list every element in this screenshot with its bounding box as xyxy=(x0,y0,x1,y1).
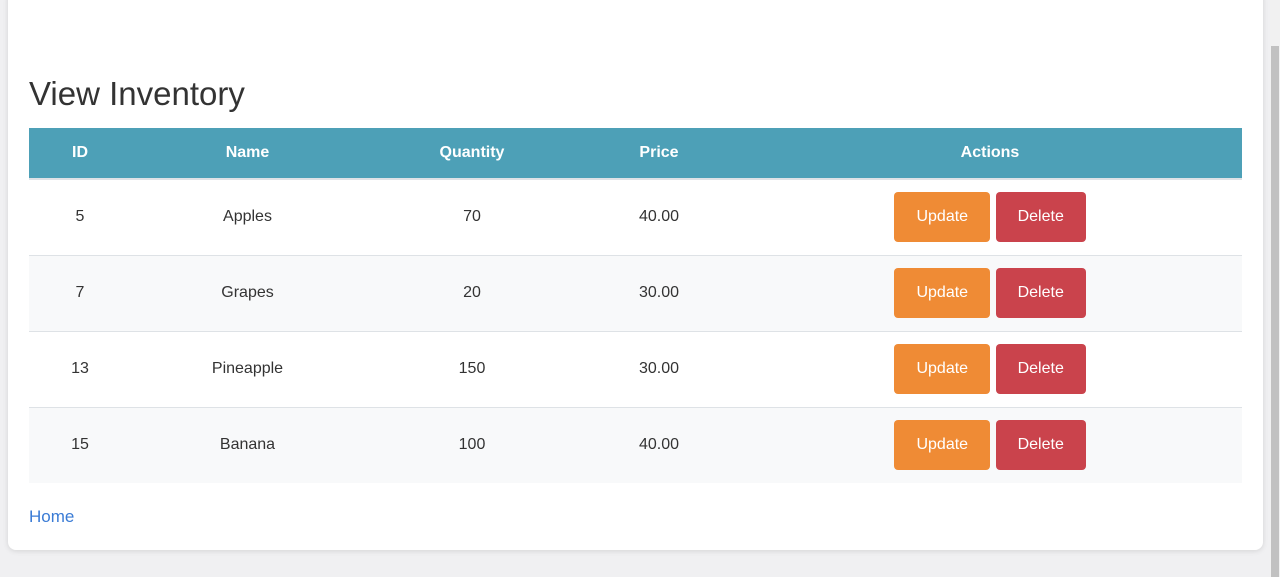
cell-quantity: 20 xyxy=(364,255,580,332)
delete-button[interactable]: Delete xyxy=(995,192,1086,243)
delete-button[interactable]: Delete xyxy=(995,268,1086,318)
cell-name: Pineapple xyxy=(131,331,364,408)
cell-id: 5 xyxy=(29,179,131,256)
cell-quantity: 150 xyxy=(364,331,580,408)
inventory-table: ID Name Quantity Price Actions 5 Apples … xyxy=(29,128,1242,483)
cell-price: 30.00 xyxy=(580,331,738,408)
column-header-quantity: Quantity xyxy=(364,128,580,180)
page-title: View Inventory xyxy=(29,75,245,112)
table-row: 5 Apples 70 40.00 Update Delete xyxy=(29,179,1242,256)
update-button[interactable]: Update xyxy=(894,420,991,471)
cell-price: 40.00 xyxy=(638,436,680,454)
cell-id: 13 xyxy=(29,331,131,408)
cell-quantity: 100 xyxy=(458,436,486,454)
cell-name: Apples xyxy=(131,179,364,256)
cell-actions: Update Delete xyxy=(738,407,1242,483)
scrollbar-thumb[interactable] xyxy=(1271,46,1279,577)
cell-quantity: 70 xyxy=(364,179,580,256)
table-row: 13 Pineapple 150 30.00 Update Delete xyxy=(29,331,1242,408)
update-button[interactable]: Update xyxy=(894,192,991,243)
column-header-price: Price xyxy=(580,128,738,180)
home-link[interactable]: Home xyxy=(29,507,74,527)
column-header-name: Name xyxy=(131,128,364,180)
cell-name: Grapes xyxy=(131,255,364,332)
column-header-id: ID xyxy=(29,128,131,180)
cell-name: Banana xyxy=(219,436,276,454)
cell-actions: Update Delete xyxy=(738,255,1242,332)
cell-actions: Update Delete xyxy=(738,331,1242,408)
delete-button[interactable]: Delete xyxy=(995,344,1086,394)
cell-price: 30.00 xyxy=(580,255,738,332)
table-header: ID Name Quantity Price Actions xyxy=(29,128,1242,180)
update-button[interactable]: Update xyxy=(894,344,991,394)
cell-id: 15 xyxy=(71,436,89,454)
vertical-scrollbar[interactable] xyxy=(1270,0,1280,577)
table-row: 7 Grapes 20 30.00 Update Delete xyxy=(29,255,1242,332)
cell-id: 7 xyxy=(29,255,131,332)
cell-actions: Update Delete xyxy=(738,179,1242,256)
update-button[interactable]: Update xyxy=(894,268,991,318)
table-header-row: ID Name Quantity Price Actions xyxy=(29,128,1242,180)
delete-button[interactable]: Delete xyxy=(995,420,1086,471)
cell-price: 40.00 xyxy=(580,179,738,256)
table-body: 5 Apples 70 40.00 Update Delete 7 Grapes… xyxy=(29,179,1242,483)
inventory-card: View Inventory ID Name Quantity Price Ac… xyxy=(8,0,1263,550)
column-header-actions: Actions xyxy=(738,128,1242,180)
table-row: 15 Banana 100 40.00 Update Delete xyxy=(29,407,1242,483)
